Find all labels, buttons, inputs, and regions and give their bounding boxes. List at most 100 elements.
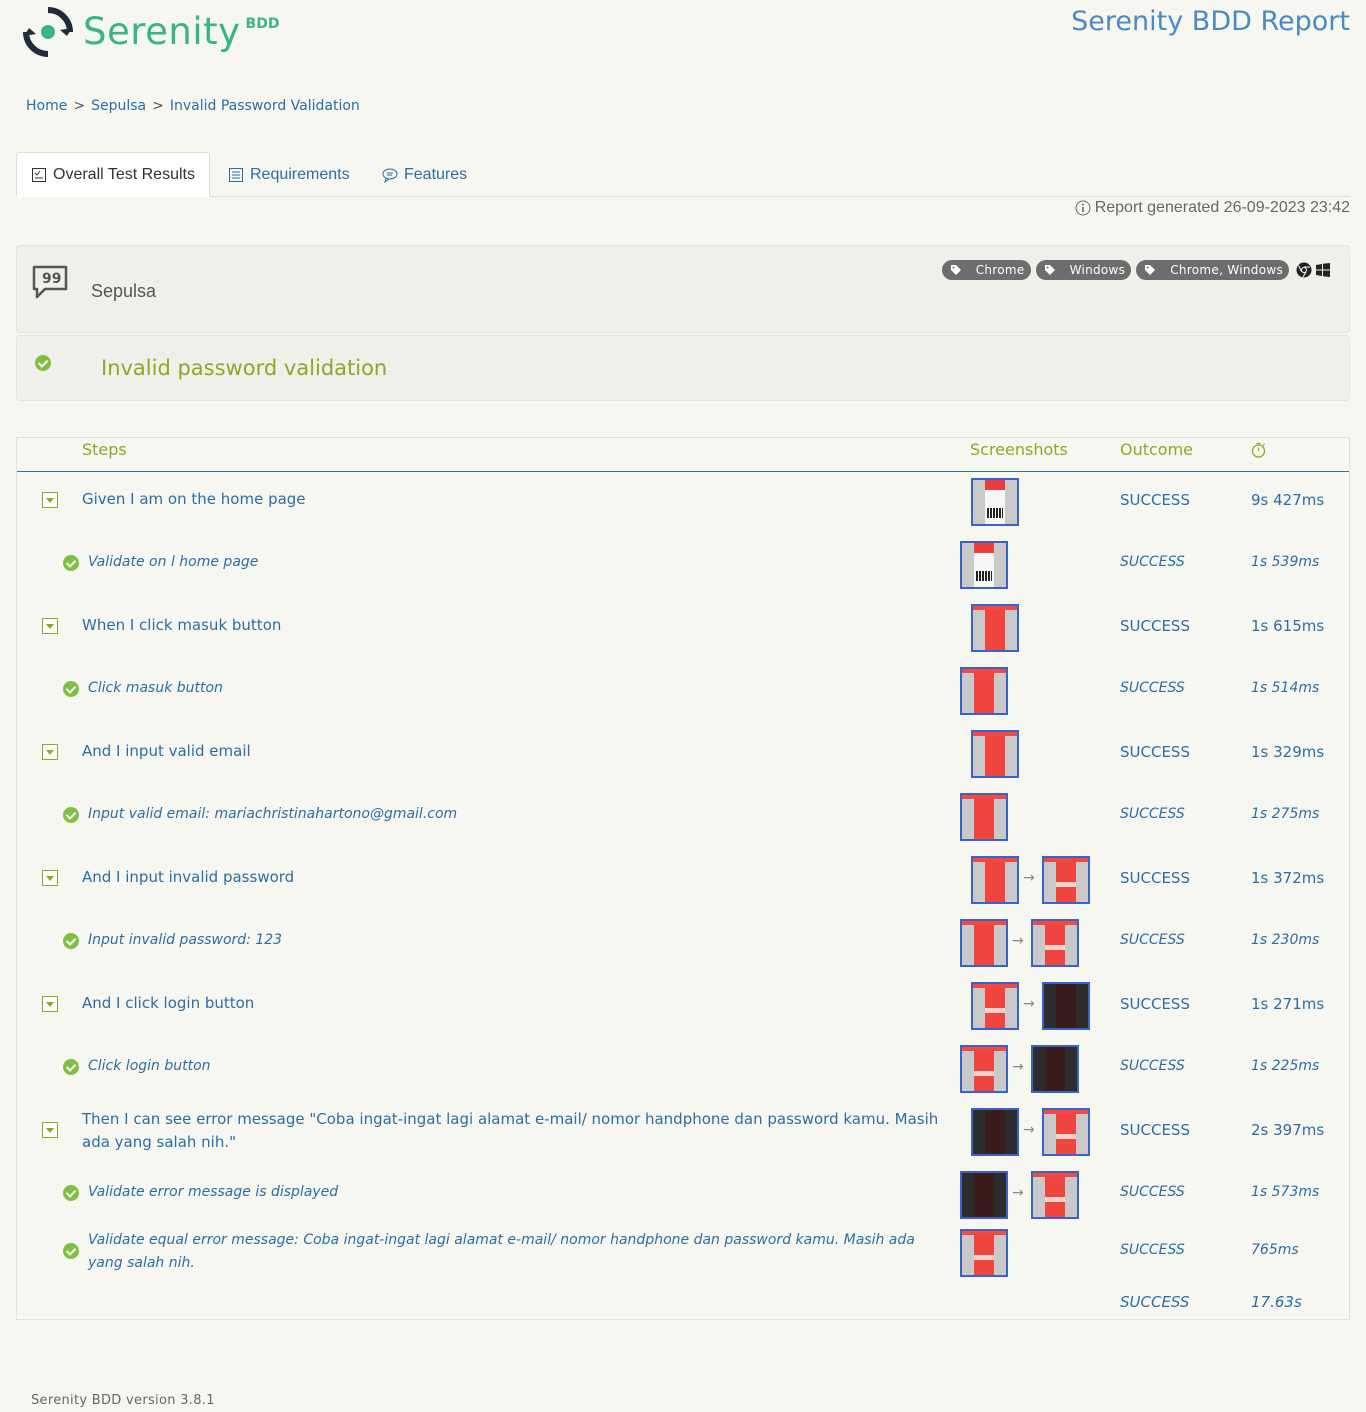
step-duration: 1s 329ms bbox=[1251, 743, 1325, 761]
step-outcome: SUCCESS bbox=[1120, 554, 1185, 570]
screenshot-thumbnail[interactable] bbox=[960, 1045, 1008, 1093]
tag-label: Windows bbox=[1069, 263, 1126, 277]
total-outcome: SUCCESS bbox=[1120, 1293, 1190, 1311]
step-row: And I input invalid password → SUCCESS 1… bbox=[17, 856, 1349, 906]
tag-icon bbox=[1044, 265, 1055, 275]
screenshot-thumbnail[interactable] bbox=[971, 856, 1019, 904]
expand-toggle-icon[interactable] bbox=[42, 744, 58, 760]
screenshot-thumbnail[interactable] bbox=[1042, 982, 1090, 1030]
expand-toggle-icon[interactable] bbox=[42, 870, 58, 886]
screenshot-thumbnail[interactable] bbox=[971, 604, 1019, 652]
step-row: Input invalid password: 123 → SUCCESS 1s… bbox=[17, 919, 1349, 969]
screenshot-thumbnail[interactable] bbox=[971, 730, 1019, 778]
outcome-column-header: Outcome bbox=[1120, 440, 1194, 459]
breadcrumb-home-link[interactable]: Home bbox=[26, 98, 67, 114]
tab-features[interactable]: Features bbox=[382, 152, 467, 197]
success-check-icon bbox=[63, 1059, 79, 1075]
step-outcome: SUCCESS bbox=[1120, 995, 1190, 1013]
breadcrumb: Home > Sepulsa > Invalid Password Valida… bbox=[26, 98, 360, 114]
screenshot-thumbnail[interactable] bbox=[960, 793, 1008, 841]
success-check-icon bbox=[63, 807, 79, 823]
substep-text: Validate on l home page bbox=[88, 554, 259, 570]
screenshots-column-header: Screenshots bbox=[970, 440, 1068, 459]
step-outcome: SUCCESS bbox=[1120, 932, 1185, 948]
screenshot-thumbnail[interactable] bbox=[960, 1171, 1008, 1219]
comment-icon bbox=[382, 168, 398, 183]
tag-chrome-windows[interactable]: Chrome, Windows bbox=[1136, 260, 1289, 280]
report-generated: Report generated 26-09-2023 23:42 bbox=[1075, 199, 1350, 217]
tab-requirements[interactable]: Requirements bbox=[228, 152, 350, 197]
tab-label: Overall Test Results bbox=[53, 165, 195, 183]
step-text: And I input valid email bbox=[82, 742, 251, 760]
screenshot-thumbnail[interactable] bbox=[960, 667, 1008, 715]
screenshot-thumbnail[interactable] bbox=[971, 1108, 1019, 1156]
tag-label: Chrome, Windows bbox=[1170, 263, 1283, 277]
screenshot-thumbnail[interactable] bbox=[1042, 1108, 1090, 1156]
step-duration: 2s 397ms bbox=[1251, 1121, 1325, 1139]
steps-table-header: Steps Screenshots Outcome bbox=[17, 438, 1349, 472]
breadcrumb-separator: > bbox=[152, 98, 164, 114]
step-duration: 1s 372ms bbox=[1251, 869, 1325, 887]
screenshot-thumbnail[interactable] bbox=[1031, 1045, 1079, 1093]
step-text: When I click masuk button bbox=[82, 616, 282, 634]
windows-icon bbox=[1316, 263, 1330, 277]
step-duration: 1s 275ms bbox=[1251, 806, 1320, 822]
report-title: Serenity BDD Report bbox=[1071, 6, 1350, 37]
feature-name: Sepulsa bbox=[91, 281, 157, 301]
step-duration: 1s 225ms bbox=[1251, 1058, 1320, 1074]
step-row: Validate on l home page SUCCESS 1s 539ms bbox=[17, 541, 1349, 591]
step-duration: 765ms bbox=[1251, 1242, 1299, 1258]
screenshot-thumbnail[interactable] bbox=[971, 478, 1019, 526]
screenshot-thumbnail[interactable] bbox=[1042, 856, 1090, 904]
arrow-icon: → bbox=[1023, 870, 1035, 886]
step-outcome: SUCCESS bbox=[1120, 743, 1190, 761]
substep-text: Input valid email: mariachristinahartono… bbox=[88, 806, 458, 822]
tab-overall-test-results[interactable]: Overall Test Results bbox=[16, 152, 210, 197]
tag-windows[interactable]: Windows bbox=[1035, 260, 1132, 280]
tag-icon bbox=[1145, 265, 1156, 275]
step-row: When I click masuk button SUCCESS 1s 615… bbox=[17, 604, 1349, 654]
step-outcome: SUCCESS bbox=[1120, 617, 1190, 635]
scenario-title: Invalid password validation bbox=[101, 356, 388, 380]
success-check-icon bbox=[63, 1185, 79, 1201]
screenshot-thumbnail[interactable] bbox=[960, 1229, 1008, 1277]
substep-text: Click login button bbox=[88, 1058, 211, 1074]
screenshot-thumbnail[interactable] bbox=[971, 982, 1019, 1030]
step-duration: 1s 573ms bbox=[1251, 1184, 1320, 1200]
step-text: And I click login button bbox=[82, 994, 255, 1012]
svg-text:99: 99 bbox=[42, 271, 61, 287]
step-outcome: SUCCESS bbox=[1120, 806, 1185, 822]
breadcrumb-current[interactable]: Invalid Password Validation bbox=[170, 98, 360, 114]
step-row: Given I am on the home page SUCCESS 9s 4… bbox=[17, 478, 1349, 528]
total-duration: 17.63s bbox=[1251, 1293, 1302, 1311]
chrome-icon bbox=[1296, 262, 1312, 278]
step-outcome: SUCCESS bbox=[1120, 1121, 1190, 1139]
substep-text: Input invalid password: 123 bbox=[88, 932, 283, 948]
screenshot-thumbnail[interactable] bbox=[1031, 1171, 1079, 1219]
arrow-icon: → bbox=[1023, 996, 1035, 1012]
screenshot-thumbnail[interactable] bbox=[960, 919, 1008, 967]
tag-chrome[interactable]: Chrome bbox=[941, 260, 1031, 280]
step-outcome: SUCCESS bbox=[1120, 869, 1190, 887]
step-text: Given I am on the home page bbox=[82, 490, 306, 508]
footer-version: Serenity BDD version 3.8.1 bbox=[31, 1393, 215, 1408]
step-outcome: SUCCESS bbox=[1120, 1058, 1185, 1074]
step-duration: 1s 514ms bbox=[1251, 680, 1320, 696]
serenity-logo-icon bbox=[22, 6, 74, 58]
step-row: Validate error message is displayed → SU… bbox=[17, 1171, 1349, 1221]
arrow-icon: → bbox=[1012, 1185, 1024, 1201]
total-row: SUCCESS 17.63s bbox=[17, 1293, 1349, 1317]
serenity-logo[interactable]: Serenity BDD bbox=[22, 6, 279, 58]
expand-toggle-icon[interactable] bbox=[42, 1122, 58, 1138]
tab-label: Requirements bbox=[250, 165, 350, 183]
step-row: Input valid email: mariachristinahartono… bbox=[17, 793, 1349, 843]
screenshot-thumbnail[interactable] bbox=[1031, 919, 1079, 967]
tag-list: Chrome Windows Chrome, Windows bbox=[941, 260, 1331, 280]
breadcrumb-feature-link[interactable]: Sepulsa bbox=[91, 98, 146, 114]
success-check-icon bbox=[63, 1243, 79, 1259]
expand-toggle-icon[interactable] bbox=[42, 618, 58, 634]
expand-toggle-icon[interactable] bbox=[42, 492, 58, 508]
screenshot-thumbnail[interactable] bbox=[960, 541, 1008, 589]
success-check-icon bbox=[63, 555, 79, 571]
expand-toggle-icon[interactable] bbox=[42, 996, 58, 1012]
